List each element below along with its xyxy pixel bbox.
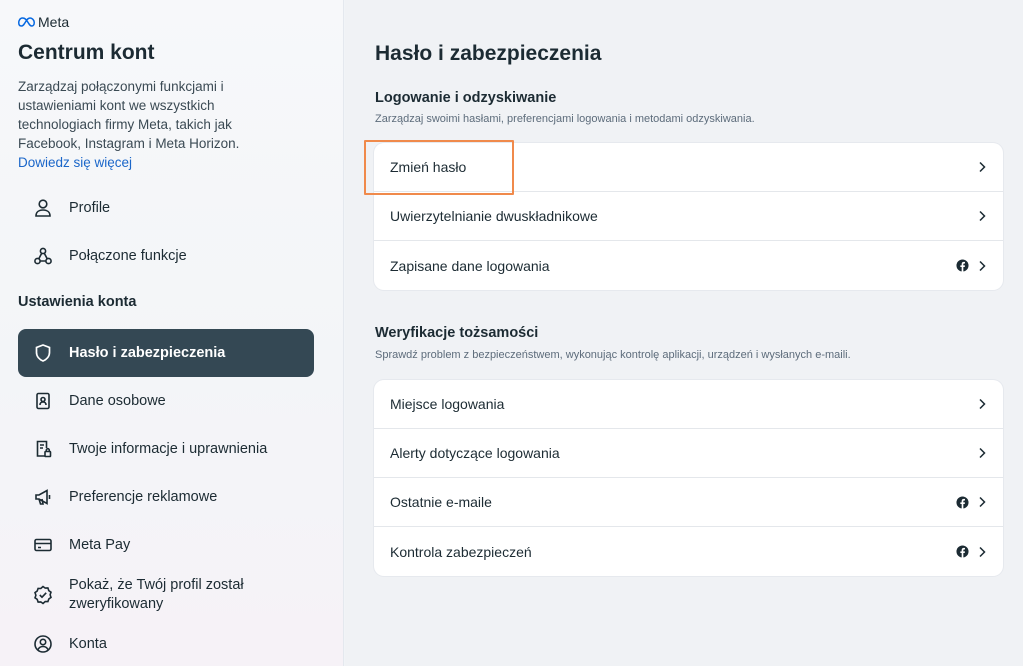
sidebar-item-label: Profile	[69, 200, 111, 216]
chevron-right-icon	[979, 447, 986, 459]
sidebar-item-info-permissions[interactable]: Twoje informacje i uprawnienia	[18, 425, 314, 473]
verify-section-description: Sprawdź problem z bezpieczeństwem, wykon…	[375, 349, 851, 361]
two-factor-auth-row[interactable]: Uwierzytelnianie dwuskładnikowe	[374, 192, 1003, 241]
learn-more-link[interactable]: Dowiedz się więcej	[18, 155, 132, 170]
sidebar-item-label: Twoje informacje i uprawnienia	[69, 441, 268, 457]
sidebar-item-label: Pokaż, że Twój profil został zweryfikowa…	[69, 577, 244, 612]
sidebar-item-label: Preferencje reklamowe	[69, 489, 218, 505]
credit-card-icon	[32, 534, 54, 556]
document-lock-icon	[32, 438, 54, 460]
verified-badge-icon	[32, 584, 54, 606]
connected-nodes-icon	[32, 245, 54, 267]
row-label: Zmień hasło	[390, 159, 467, 175]
sidebar-item-label: Połączone funkcje	[69, 248, 187, 264]
sidebar-item-meta-pay[interactable]: Meta Pay	[18, 521, 314, 569]
page-title: Hasło i zabezpieczenia	[375, 42, 602, 65]
login-alerts-row[interactable]: Alerty dotyczące logowania	[374, 429, 1003, 478]
row-label: Alerty dotyczące logowania	[390, 445, 560, 461]
meta-logo[interactable]: Meta	[18, 14, 69, 30]
chevron-right-icon	[979, 161, 986, 173]
sidebar-item-personal-data[interactable]: Dane osobowe	[18, 377, 314, 425]
verify-section-title: Weryfikacje tożsamości	[375, 325, 539, 341]
sidebar-item-verified-profile[interactable]: Pokaż, że Twój profil został zweryfikowa…	[18, 568, 314, 622]
facebook-icon	[956, 495, 969, 509]
sidebar-item-profile[interactable]: Profile	[18, 184, 314, 232]
recent-emails-row[interactable]: Ostatnie e-maile	[374, 478, 1003, 527]
person-icon	[32, 197, 54, 219]
chevron-right-icon	[979, 210, 986, 222]
chevron-right-icon	[979, 398, 986, 410]
sidebar-item-accounts[interactable]: Konta	[18, 620, 314, 666]
saved-login-row[interactable]: Zapisane dane logowania	[374, 241, 1003, 290]
change-password-row[interactable]: Zmień hasło	[374, 143, 1003, 192]
row-label: Kontrola zabezpieczeń	[390, 543, 532, 560]
security-checkup-row[interactable]: Kontrola zabezpieczeń	[374, 527, 1003, 576]
sidebar-item-password-security[interactable]: Hasło i zabezpieczenia	[18, 329, 314, 377]
sidebar-item-label: Konta	[69, 636, 107, 652]
identity-verification-card: Miejsce logowania Alerty dotyczące logow…	[374, 380, 1003, 576]
chevron-right-icon	[979, 260, 986, 271]
row-label: Ostatnie e-maile	[390, 494, 492, 510]
chevron-right-icon	[979, 496, 986, 508]
row-label: Zapisane dane logowania	[390, 257, 550, 274]
megaphone-icon	[32, 486, 54, 508]
brand-name: Meta	[38, 14, 70, 30]
app-title: Centrum kont	[18, 41, 155, 64]
sidebar-item-label: Hasło i zabezpieczenia	[69, 345, 226, 361]
description-text: Zarządzaj połączonymi funkcjami i ustawi…	[18, 79, 240, 151]
facebook-icon	[956, 259, 969, 272]
facebook-icon	[956, 545, 969, 558]
sidebar-item-connected-features[interactable]: Połączone funkcje	[18, 232, 314, 280]
chevron-right-icon	[979, 546, 986, 557]
row-label: Uwierzytelnianie dwuskładnikowe	[390, 208, 598, 224]
sidebar-item-ad-preferences[interactable]: Preferencje reklamowe	[18, 473, 314, 521]
sidebar-item-label: Meta Pay	[69, 537, 131, 553]
login-section-title: Logowanie i odzyskiwanie	[375, 90, 557, 106]
account-settings-heading: Ustawienia konta	[18, 294, 137, 310]
sidebar-item-label: Dane osobowe	[69, 393, 166, 409]
main-content: Hasło i zabezpieczenia Logowanie i odzys…	[345, 0, 1023, 666]
id-card-icon	[32, 390, 54, 412]
app-description: Zarządzaj połączonymi funkcjami i ustawi…	[18, 77, 280, 172]
account-circle-icon	[32, 633, 54, 655]
shield-icon	[32, 342, 54, 364]
sidebar: Meta Centrum kont Zarządzaj połączonymi …	[0, 0, 344, 666]
login-section-description: Zarządzaj swoimi hasłami, preferencjami …	[375, 113, 755, 125]
meta-infinity-icon	[18, 17, 35, 27]
login-settings-card: Zmień hasło Uwierzytelnianie dwuskładnik…	[374, 143, 1003, 290]
row-label: Miejsce logowania	[390, 396, 505, 412]
login-location-row[interactable]: Miejsce logowania	[374, 380, 1003, 429]
